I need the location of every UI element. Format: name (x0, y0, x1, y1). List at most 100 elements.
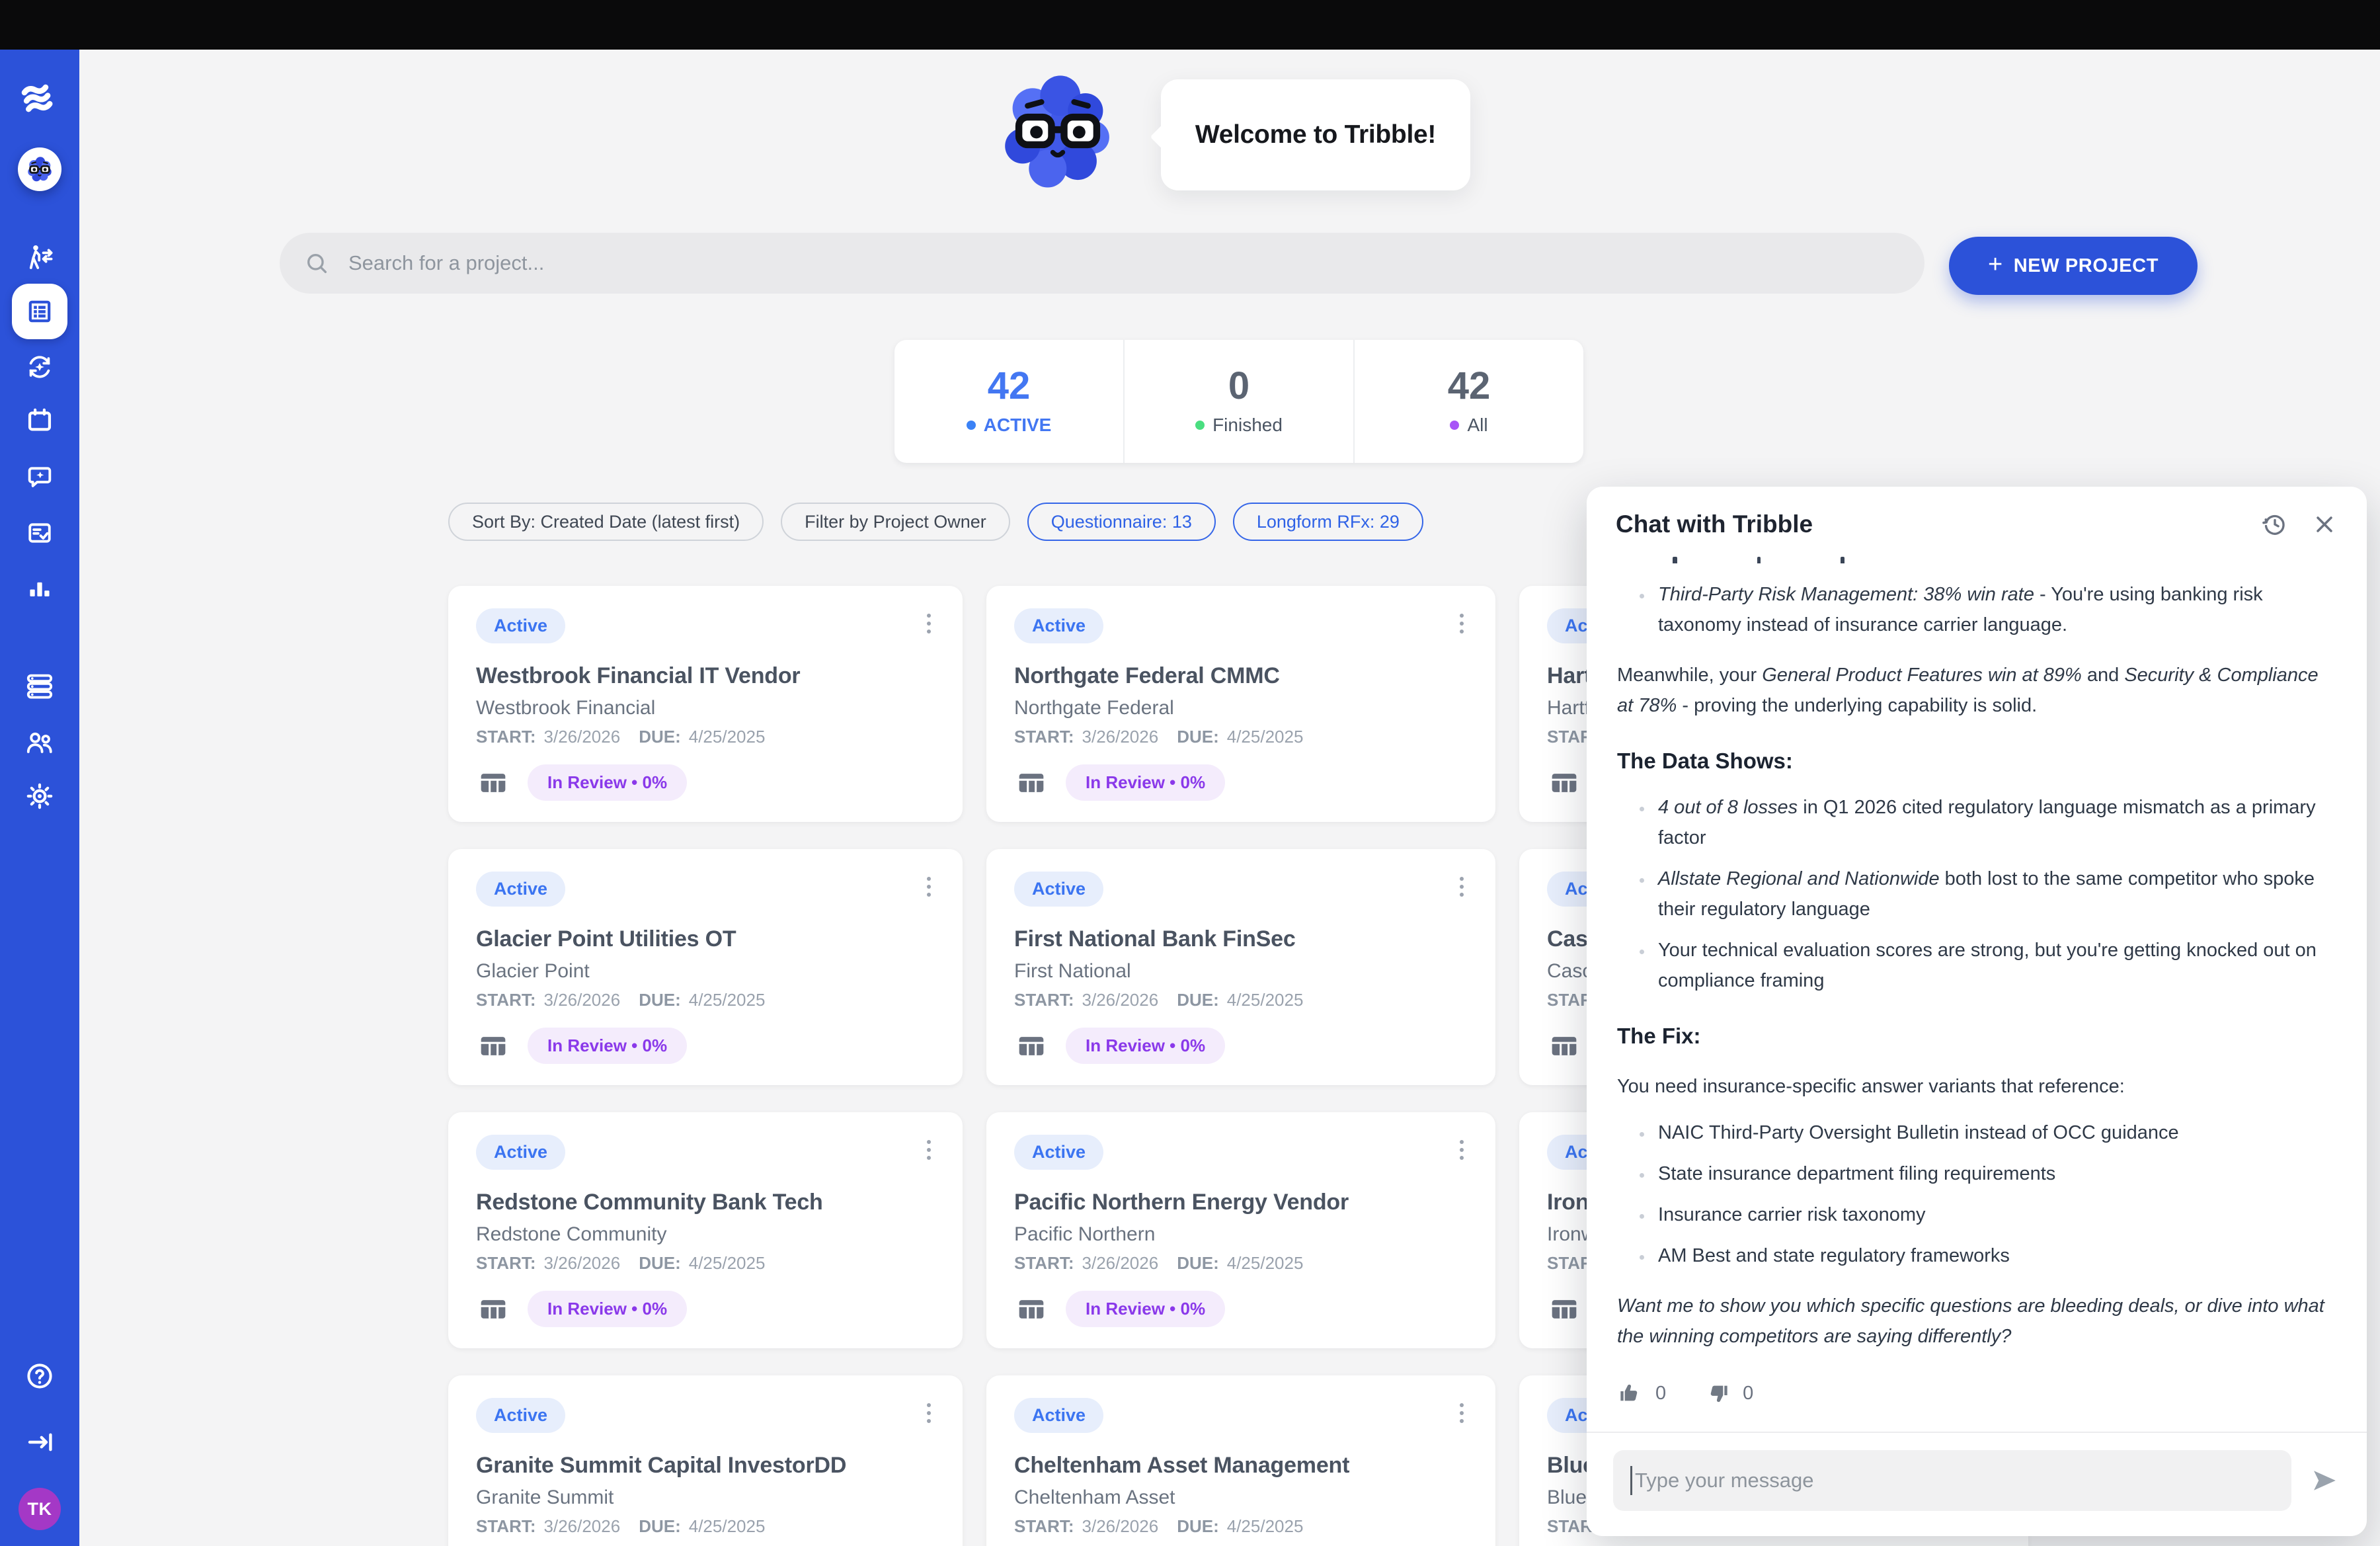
sidebar: TK (0, 50, 79, 1546)
chat-input-placeholder: Type your message (1635, 1469, 1814, 1492)
chat-bullet: Allstate Regional and Nationwide both lo… (1653, 864, 2336, 924)
project-title: Glacier Point Utilities OT (476, 926, 935, 952)
thumbs-up-icon[interactable] (1617, 1380, 1644, 1406)
sidebar-item-handoff[interactable] (24, 242, 56, 274)
fix-bullet-list: NAIC Third-Party Oversight Bulletin inst… (1617, 1118, 2336, 1271)
chat-bullet: Third-Party Risk Management: 38% win rat… (1653, 579, 2336, 640)
table-view-icon[interactable] (1014, 1032, 1049, 1061)
filter-owner-chip[interactable]: Filter by Project Owner (781, 503, 1010, 541)
chat-message-area[interactable]: Third-Party Risk Management: 38% win rat… (1587, 550, 2367, 1432)
user-avatar[interactable]: TK (19, 1488, 61, 1530)
tribble-mascot-illustration (993, 68, 1123, 197)
progress-badge: In Review • 0% (1066, 1291, 1225, 1327)
filter-row: Sort By: Created Date (latest first) Fil… (448, 503, 1423, 541)
kebab-menu-icon[interactable] (1456, 1135, 1468, 1165)
chat-history-icon[interactable] (2261, 510, 2289, 538)
status-badge: Active (1014, 872, 1103, 907)
longform-rfx-chip[interactable]: Longform RFx: 29 (1233, 503, 1423, 541)
stat-active-value: 42 (988, 367, 1031, 405)
kebab-menu-icon[interactable] (1456, 608, 1468, 639)
kebab-menu-icon[interactable] (1456, 1398, 1468, 1428)
scroll-clipped-line (1617, 550, 2336, 563)
stat-all[interactable]: 42 All (1353, 340, 1583, 463)
table-view-icon[interactable] (476, 1032, 510, 1061)
table-view-icon[interactable] (476, 1295, 510, 1324)
status-badge: Active (476, 608, 565, 643)
sidebar-item-projects-active[interactable] (12, 284, 67, 339)
kebab-menu-icon[interactable] (923, 1398, 935, 1428)
welcome-speech-bubble: Welcome to Tribble! (1161, 79, 1470, 190)
stat-finished[interactable]: 0 Finished (1123, 340, 1353, 463)
welcome-title: Welcome to Tribble! (1195, 120, 1436, 149)
questionnaire-chip[interactable]: Questionnaire: 13 (1027, 503, 1216, 541)
send-icon[interactable] (2309, 1465, 2340, 1496)
table-view-icon[interactable] (1547, 1295, 1581, 1324)
tribble-logo-icon[interactable] (18, 75, 61, 119)
start-label: START: (476, 990, 536, 1010)
status-badge: Active (1014, 608, 1103, 643)
status-badge: Active (1014, 1135, 1103, 1170)
project-title: Redstone Community Bank Tech (476, 1190, 935, 1215)
project-card[interactable]: Active Northgate Federal CMMC Northgate … (986, 586, 1495, 822)
sidebar-item-analytics[interactable] (24, 573, 55, 604)
data-bullet-list: 4 out of 8 losses in Q1 2026 cited regul… (1617, 792, 2336, 996)
project-card[interactable]: Active Redstone Community Bank Tech Reds… (448, 1112, 963, 1348)
sidebar-item-calendar[interactable] (24, 405, 55, 436)
project-card[interactable]: Active First National Bank FinSec First … (986, 849, 1495, 1085)
project-card[interactable]: Active Glacier Point Utilities OT Glacie… (448, 849, 963, 1085)
due-label: DUE: (1177, 1253, 1219, 1274)
due-label: DUE: (639, 727, 681, 747)
sidebar-item-sync[interactable] (24, 351, 56, 383)
project-card[interactable]: Active Pacific Northern Energy Vendor Pa… (986, 1112, 1495, 1348)
kebab-menu-icon[interactable] (1456, 872, 1468, 902)
search-input[interactable] (347, 251, 1901, 276)
due-date: 4/25/2025 (1227, 727, 1304, 747)
sidebar-item-data-sources[interactable] (24, 671, 56, 702)
chat-close-icon[interactable] (2311, 511, 2338, 538)
finished-dot (1195, 421, 1205, 430)
sort-by-chip[interactable]: Sort By: Created Date (latest first) (448, 503, 764, 541)
table-view-icon[interactable] (1014, 1295, 1049, 1324)
new-project-button[interactable]: + NEW PROJECT (1949, 237, 2198, 295)
start-label: START: (476, 727, 536, 747)
due-label: DUE: (639, 990, 681, 1010)
tribble-assistant-avatar[interactable] (18, 147, 61, 191)
table-view-icon[interactable] (1547, 1032, 1581, 1061)
sidebar-item-settings[interactable] (24, 780, 56, 812)
due-date: 4/25/2025 (1227, 1516, 1304, 1537)
stat-finished-label: Finished (1212, 415, 1283, 436)
project-card[interactable]: Active Cheltenham Asset Management Chelt… (986, 1375, 1495, 1546)
sidebar-item-review-checklist[interactable] (24, 518, 55, 548)
project-title: Granite Summit Capital InvestorDD (476, 1453, 935, 1479)
start-date: 3/26/2026 (544, 1253, 621, 1274)
table-view-icon[interactable] (1014, 768, 1049, 797)
app-root: TK Welcome to Tribble! + NEW PROJECT 42 … (0, 0, 2380, 1546)
project-client: Glacier Point (476, 960, 935, 983)
active-pill (12, 284, 67, 339)
project-card[interactable]: Active Westbrook Financial IT Vendor Wes… (448, 586, 963, 822)
kebab-menu-icon[interactable] (923, 608, 935, 639)
due-label: DUE: (1177, 1516, 1219, 1537)
kebab-menu-icon[interactable] (923, 1135, 935, 1165)
due-label: DUE: (639, 1516, 681, 1537)
project-search[interactable] (280, 233, 1924, 294)
kebab-menu-icon[interactable] (923, 872, 935, 902)
due-date: 4/25/2025 (1227, 990, 1304, 1010)
sign-out-icon[interactable] (24, 1426, 56, 1458)
sidebar-item-chat-assist[interactable] (24, 462, 55, 492)
table-view-icon[interactable] (476, 768, 510, 797)
chat-message-input[interactable]: Type your message (1613, 1450, 2291, 1511)
help-icon[interactable] (24, 1360, 56, 1392)
fix-heading: The Fix: (1617, 1021, 2336, 1051)
project-client: Westbrook Financial (476, 697, 935, 719)
project-card[interactable]: Active Granite Summit Capital InvestorDD… (448, 1375, 963, 1546)
table-view-icon[interactable] (1547, 768, 1581, 797)
start-date: 3/26/2026 (544, 727, 621, 747)
project-title: First National Bank FinSec (1014, 926, 1468, 952)
sidebar-item-team[interactable] (24, 727, 56, 758)
stat-all-value: 42 (1448, 367, 1491, 405)
stat-active[interactable]: 42 ACTIVE (894, 340, 1123, 463)
thumbs-down-icon[interactable] (1704, 1380, 1731, 1406)
thumbs-down-count: 0 (1743, 1378, 1753, 1408)
start-label: START: (476, 1253, 536, 1274)
